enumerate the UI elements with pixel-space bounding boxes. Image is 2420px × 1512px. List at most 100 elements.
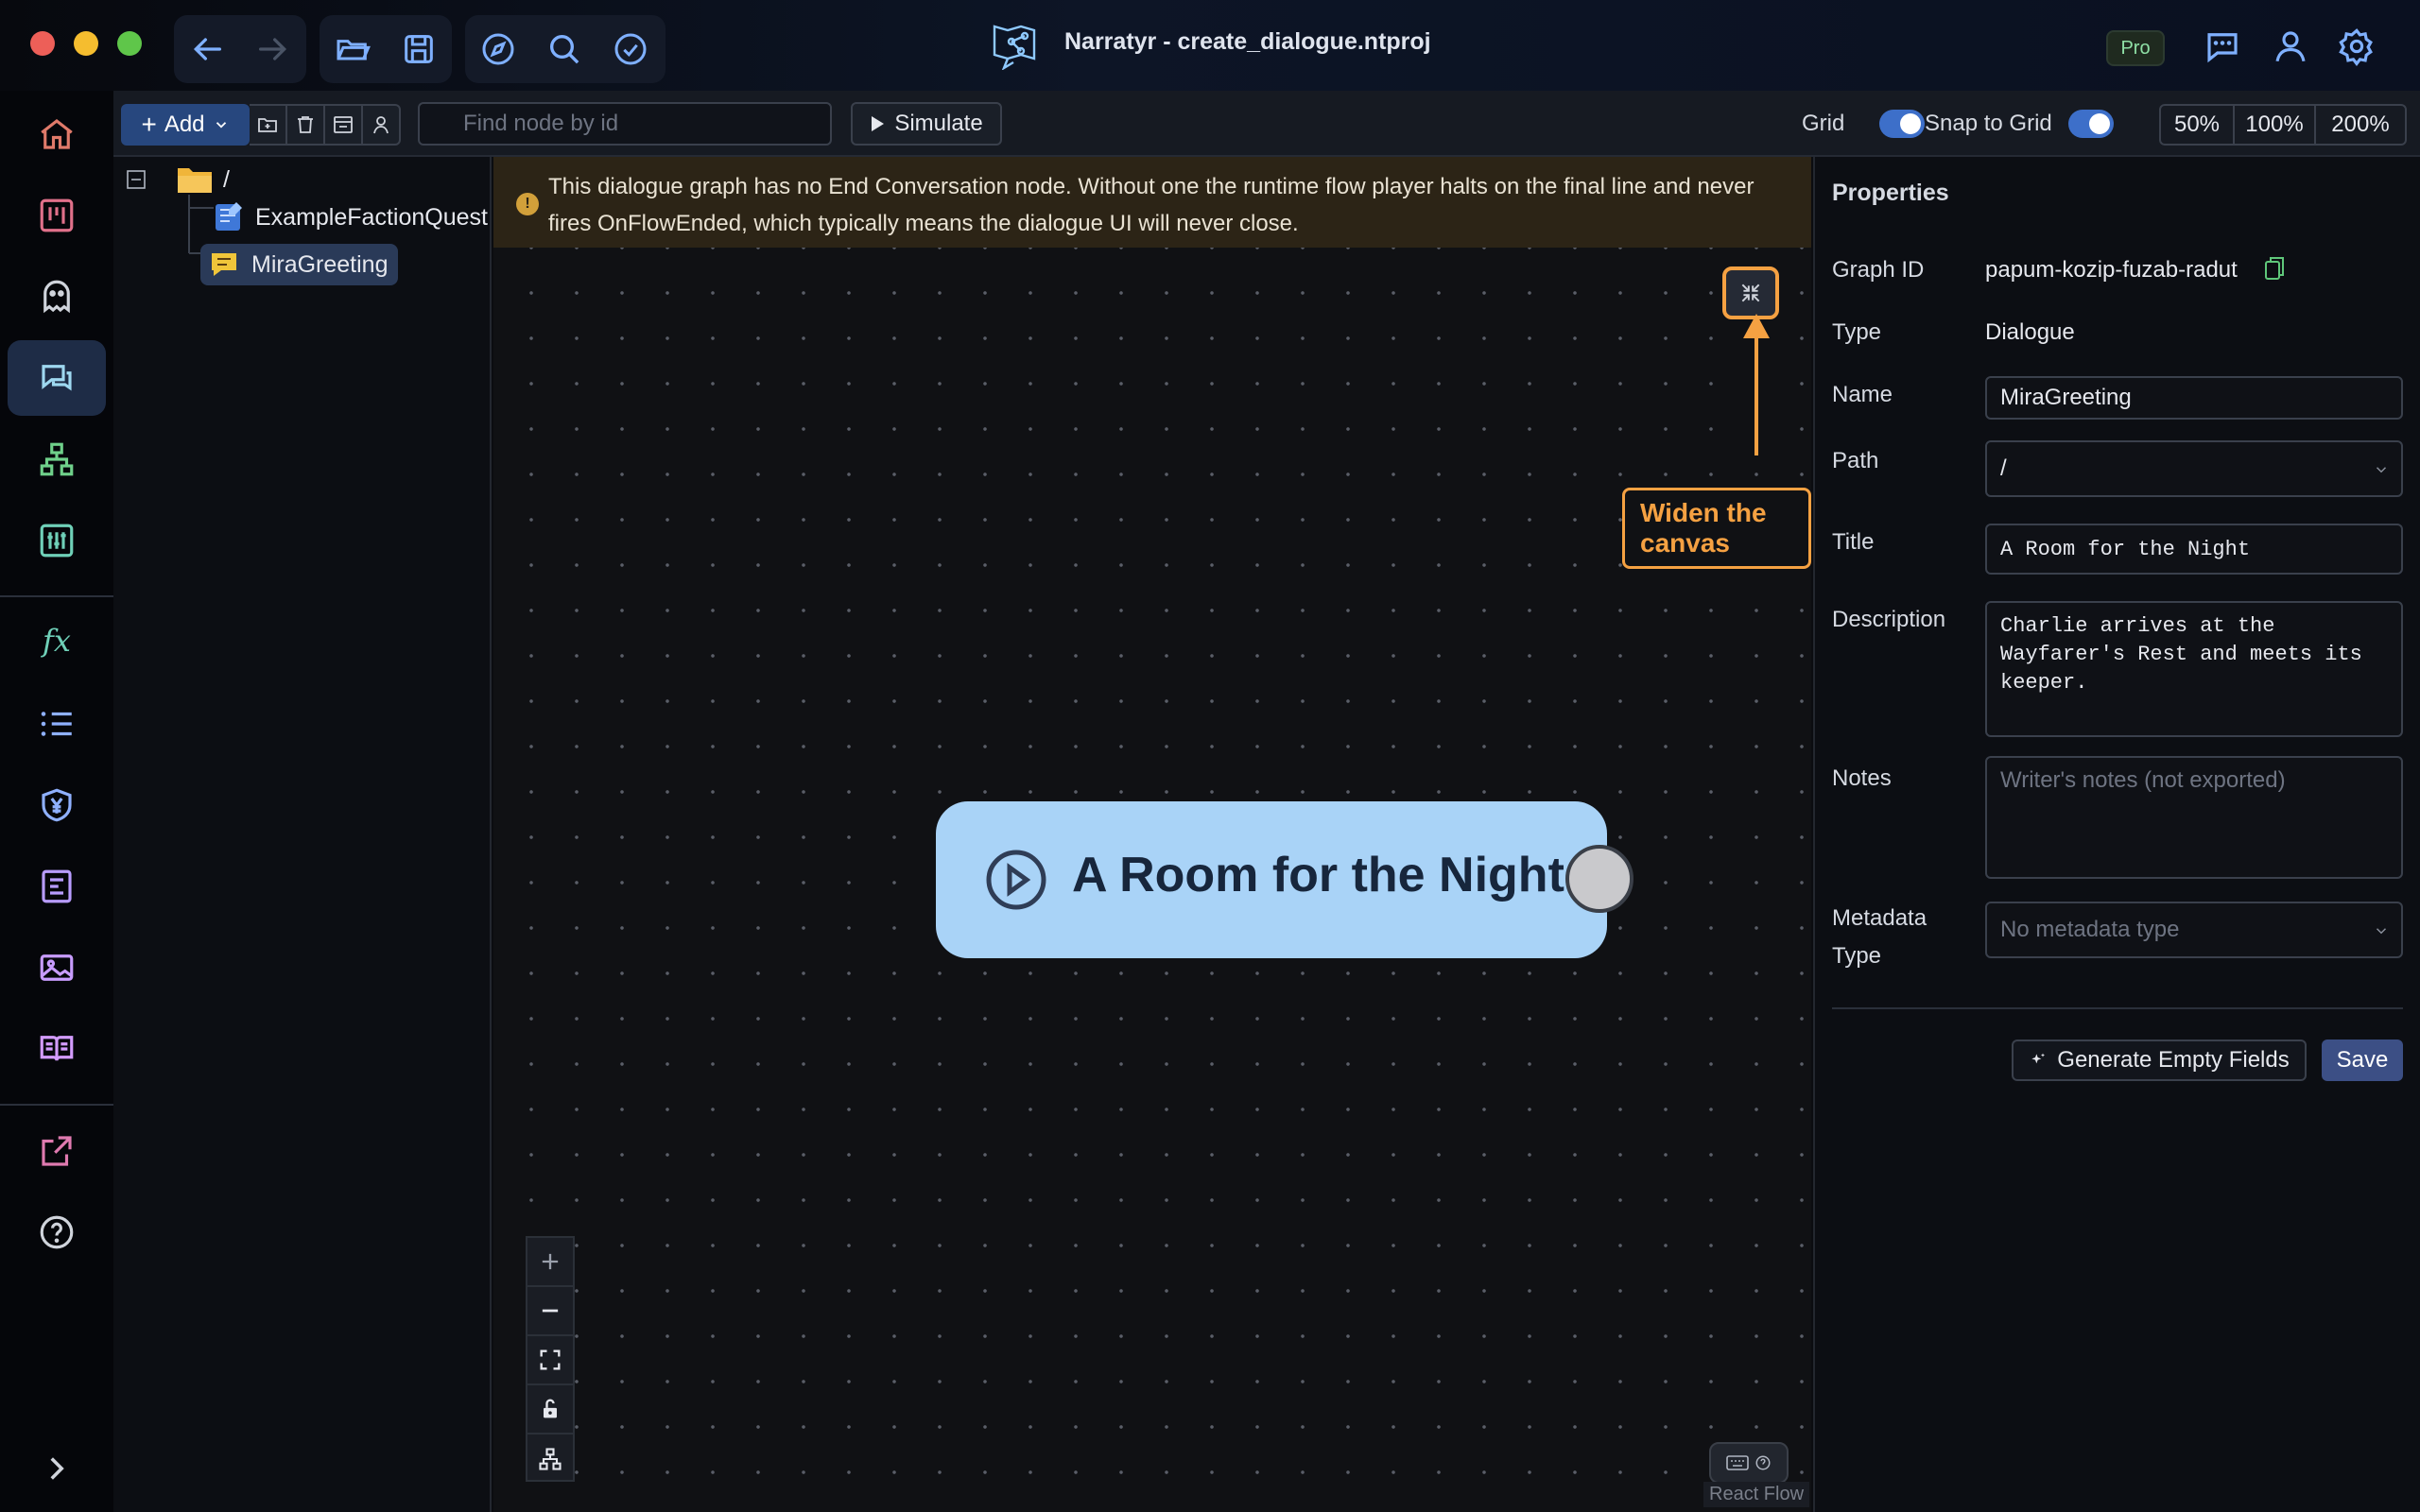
save-button[interactable]: Save: [2322, 1040, 2403, 1081]
tree-item-examplefactionquest[interactable]: ExampleFactionQuest: [212, 200, 488, 234]
react-flow-attribution[interactable]: React Flow: [1703, 1482, 1810, 1507]
rail-variables[interactable]: [8, 503, 106, 578]
simulate-button[interactable]: Simulate: [851, 102, 1002, 146]
chevron-down-icon: [2376, 928, 2387, 935]
tools-group: [465, 15, 666, 83]
export-icon: [42, 1136, 72, 1166]
fit-view-button[interactable]: [527, 1336, 573, 1385]
plus-icon: [542, 1253, 559, 1270]
archive-button[interactable]: [325, 104, 363, 146]
start-node[interactable]: A Room for the Night: [936, 801, 1607, 958]
tree-root[interactable]: /: [125, 164, 230, 195]
keyboard-icon: [1726, 1455, 1749, 1470]
save-project-button[interactable]: [386, 15, 452, 83]
name-label: Name: [1832, 382, 1893, 407]
rail-assets[interactable]: [8, 930, 106, 1005]
rail-dialogues[interactable]: [8, 340, 106, 416]
name-field[interactable]: [1985, 376, 2403, 420]
arrow-right-icon: [259, 38, 287, 60]
lock-button[interactable]: [527, 1385, 573, 1435]
keyboard-shortcuts-button[interactable]: [1709, 1442, 1789, 1484]
delete-button[interactable]: [287, 104, 325, 146]
tree-item-miragreeting[interactable]: MiraGreeting: [200, 244, 398, 285]
warning-text: This dialogue graph has no End Conversat…: [548, 174, 1754, 236]
play-icon: [872, 116, 885, 131]
graph-canvas[interactable]: ! This dialogue graph has no End Convers…: [493, 157, 1811, 1512]
list-icon: [41, 712, 72, 736]
trash-icon: [298, 116, 313, 133]
type-value: Dialogue: [1985, 319, 2075, 345]
minimize-window-button[interactable]: [74, 31, 98, 56]
grid-toggle[interactable]: [1879, 110, 1925, 138]
app-logo-icon: [993, 25, 1036, 70]
gear-icon[interactable]: [2337, 26, 2377, 66]
rail-flow[interactable]: [8, 421, 106, 497]
metadata-type-value: No metadata type: [2000, 917, 2180, 942]
zoom-50-button[interactable]: 50%: [2161, 106, 2235, 144]
user-icon[interactable]: [2271, 26, 2310, 66]
zoom-in-button[interactable]: [527, 1238, 573, 1287]
new-folder-button[interactable]: [250, 104, 287, 146]
generate-empty-fields-button[interactable]: Generate Empty Fields: [2012, 1040, 2307, 1081]
copy-icon[interactable]: [2263, 255, 2286, 282]
zoom-200-button[interactable]: 200%: [2316, 106, 2405, 144]
node-title: A Room for the Night: [1072, 848, 1564, 902]
title-label: Title: [1832, 529, 1875, 555]
rail-board[interactable]: [8, 178, 106, 253]
warning-icon: !: [516, 193, 539, 215]
assign-character-button[interactable]: [363, 104, 401, 146]
properties-heading: Properties: [1832, 180, 1949, 206]
zoom-out-button[interactable]: [527, 1287, 573, 1336]
home-icon: [41, 119, 73, 149]
open-project-button[interactable]: [320, 15, 386, 83]
explore-button[interactable]: [465, 15, 531, 83]
chat-icon[interactable]: [2203, 26, 2242, 66]
node-output-handle[interactable]: [1565, 845, 1634, 913]
canvas-controls: [526, 1236, 575, 1482]
maximize-window-button[interactable]: [117, 31, 142, 56]
rail-export[interactable]: [8, 1113, 106, 1189]
tree-item-label: MiraGreeting: [251, 250, 389, 278]
plus-icon: +: [141, 110, 157, 139]
grid-label: Grid: [1802, 111, 1845, 136]
compass-icon: [482, 33, 514, 65]
auto-layout-button[interactable]: [527, 1435, 573, 1484]
close-window-button[interactable]: [30, 31, 55, 56]
forward-button[interactable]: [240, 15, 306, 83]
zoom-100-button[interactable]: 100%: [2235, 106, 2316, 144]
rail-lists[interactable]: [8, 686, 106, 762]
rail-functions[interactable]: fx: [8, 603, 106, 679]
rail-economy[interactable]: [8, 767, 106, 843]
widen-canvas-button[interactable]: [1722, 266, 1779, 319]
search-icon: [550, 35, 579, 64]
function-icon: fx: [43, 623, 71, 659]
image-icon: [40, 954, 74, 981]
path-select[interactable]: /: [1985, 440, 2403, 497]
tree-item-label: ExampleFactionQuest: [255, 203, 488, 231]
metadata-type-select[interactable]: No metadata type: [1985, 902, 2403, 958]
help-icon: [40, 1215, 74, 1249]
validate-button[interactable]: [597, 15, 664, 83]
hierarchy-icon: [539, 1448, 562, 1470]
rail-characters[interactable]: [8, 259, 106, 335]
currency-shield-icon: [42, 788, 72, 822]
rail-docs[interactable]: [8, 1011, 106, 1087]
description-field[interactable]: Charlie arrives at the Wayfarer's Rest a…: [1985, 601, 2403, 737]
title-field[interactable]: [1985, 524, 2403, 575]
find-node-input[interactable]: [418, 102, 832, 146]
snap-to-grid-toggle[interactable]: [2068, 110, 2114, 138]
back-button[interactable]: [174, 15, 240, 83]
collapse-icon[interactable]: [125, 168, 147, 191]
rail-home[interactable]: [8, 96, 106, 172]
simulate-label: Simulate: [894, 111, 983, 136]
rail-expand[interactable]: [8, 1431, 106, 1506]
missing-end-node-warning: ! This dialogue graph has no End Convers…: [493, 157, 1811, 248]
rail-templates[interactable]: [8, 849, 106, 924]
notes-field[interactable]: [1985, 756, 2403, 879]
snap-to-grid-label: Snap to Grid: [1925, 111, 2052, 136]
add-button[interactable]: + Add: [121, 104, 250, 146]
rail-help[interactable]: [8, 1194, 106, 1270]
save-icon: [405, 35, 433, 63]
search-button[interactable]: [531, 15, 597, 83]
tree-tools: [250, 104, 401, 146]
